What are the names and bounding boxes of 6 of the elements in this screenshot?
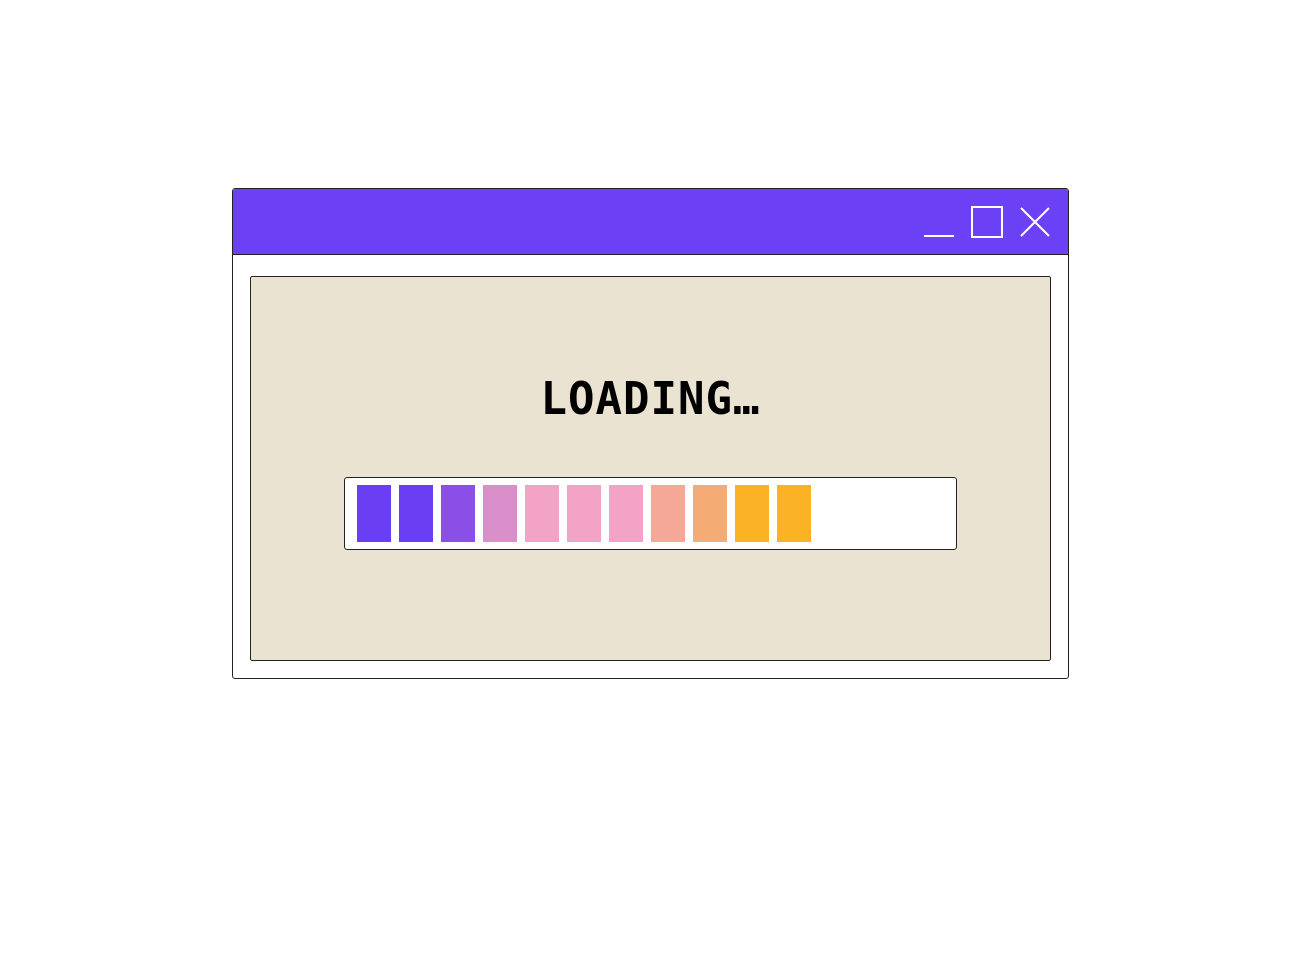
- maximize-button[interactable]: [970, 204, 1004, 239]
- close-icon: [1019, 205, 1051, 238]
- loading-text: LOADING…: [540, 377, 761, 421]
- minimize-icon: [923, 234, 955, 237]
- close-button[interactable]: [1018, 204, 1052, 239]
- maximize-icon: [971, 205, 1003, 238]
